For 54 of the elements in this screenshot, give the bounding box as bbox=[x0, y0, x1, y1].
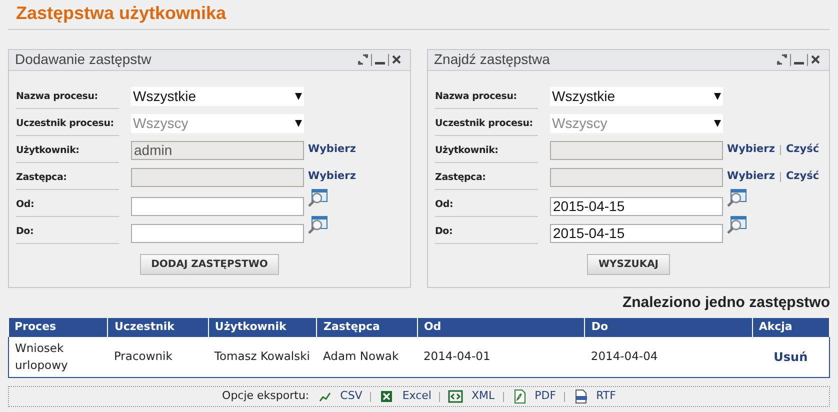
export-link[interactable]: Excel bbox=[402, 388, 432, 405]
field-label: Od: bbox=[435, 188, 538, 217]
delete-link[interactable]: Usuń bbox=[774, 350, 808, 364]
table-cell: Adam Nowak bbox=[316, 336, 418, 378]
export-link[interactable]: CSV bbox=[340, 388, 362, 405]
table-cell: Wniosek urlopowy bbox=[8, 336, 108, 378]
table-cell: Pracownik bbox=[108, 336, 208, 378]
field-label: Do: bbox=[16, 215, 119, 244]
column-header: Od bbox=[417, 318, 585, 337]
date-field[interactable] bbox=[131, 224, 304, 243]
export-link[interactable]: PDF bbox=[534, 388, 556, 405]
field-label: Nazwa procesu: bbox=[435, 80, 538, 109]
field-label: Od: bbox=[16, 188, 119, 217]
column-header: Akcja bbox=[752, 318, 830, 337]
column-header: Zastępca bbox=[316, 318, 418, 337]
column-header: Proces bbox=[8, 318, 108, 337]
field-label: Uczestnik procesu: bbox=[16, 107, 119, 136]
field-label: Zastępca: bbox=[16, 161, 119, 190]
export-link[interactable]: RTF bbox=[596, 388, 616, 405]
table-cell: 2014-04-01 bbox=[417, 336, 585, 378]
calendar-lookup-icon[interactable] bbox=[727, 216, 747, 234]
date-field[interactable] bbox=[131, 196, 304, 216]
date-field[interactable]: 2015-04-15 bbox=[550, 196, 723, 216]
action-button[interactable]: DODAJ ZASTĘPSTWO bbox=[140, 254, 279, 275]
field-label: Nazwa procesu: bbox=[16, 80, 119, 109]
result-count: Znaleziono jedno zastępstwo bbox=[622, 294, 830, 311]
calendar-lookup-icon[interactable] bbox=[308, 216, 328, 234]
minimize-icon[interactable] bbox=[372, 54, 389, 66]
dropdown[interactable]: Wszystkie bbox=[550, 86, 723, 106]
calendar-lookup-icon[interactable] bbox=[308, 188, 328, 207]
column-header: Do bbox=[584, 318, 752, 337]
export-label: Opcje eksportu: bbox=[222, 388, 310, 404]
document-icon bbox=[512, 389, 527, 404]
panel-title: Dodawanie zastępstw bbox=[15, 50, 152, 70]
calendar-lookup-icon[interactable] bbox=[727, 188, 747, 207]
field-label: Użytkownik: bbox=[16, 134, 119, 163]
spreadsheet-icon bbox=[379, 389, 394, 404]
action-button[interactable]: WYSZUKAJ bbox=[587, 254, 670, 275]
page-title: Zastępstwa użytkownika bbox=[8, 0, 830, 30]
table-cell: Tomasz Kowalski bbox=[208, 336, 317, 378]
field-label: Zastępca: bbox=[435, 161, 538, 190]
field-label: Do: bbox=[435, 215, 538, 244]
column-header: Uczestnik bbox=[108, 318, 208, 337]
dropdown[interactable]: Wszystkie bbox=[131, 86, 304, 106]
minimize-icon[interactable] bbox=[791, 54, 808, 66]
code-icon bbox=[448, 389, 464, 404]
document-icon bbox=[573, 389, 588, 404]
column-header: Użytkownik bbox=[208, 318, 317, 337]
field-label: Użytkownik: bbox=[435, 134, 538, 163]
export-link[interactable]: XML bbox=[471, 388, 495, 405]
table-cell: 2014-04-04 bbox=[584, 336, 752, 378]
date-field[interactable]: 2015-04-15 bbox=[550, 224, 723, 243]
panel-title: Znajdź zastępstwa bbox=[434, 50, 550, 70]
field-label: Uczestnik procesu: bbox=[435, 107, 538, 136]
